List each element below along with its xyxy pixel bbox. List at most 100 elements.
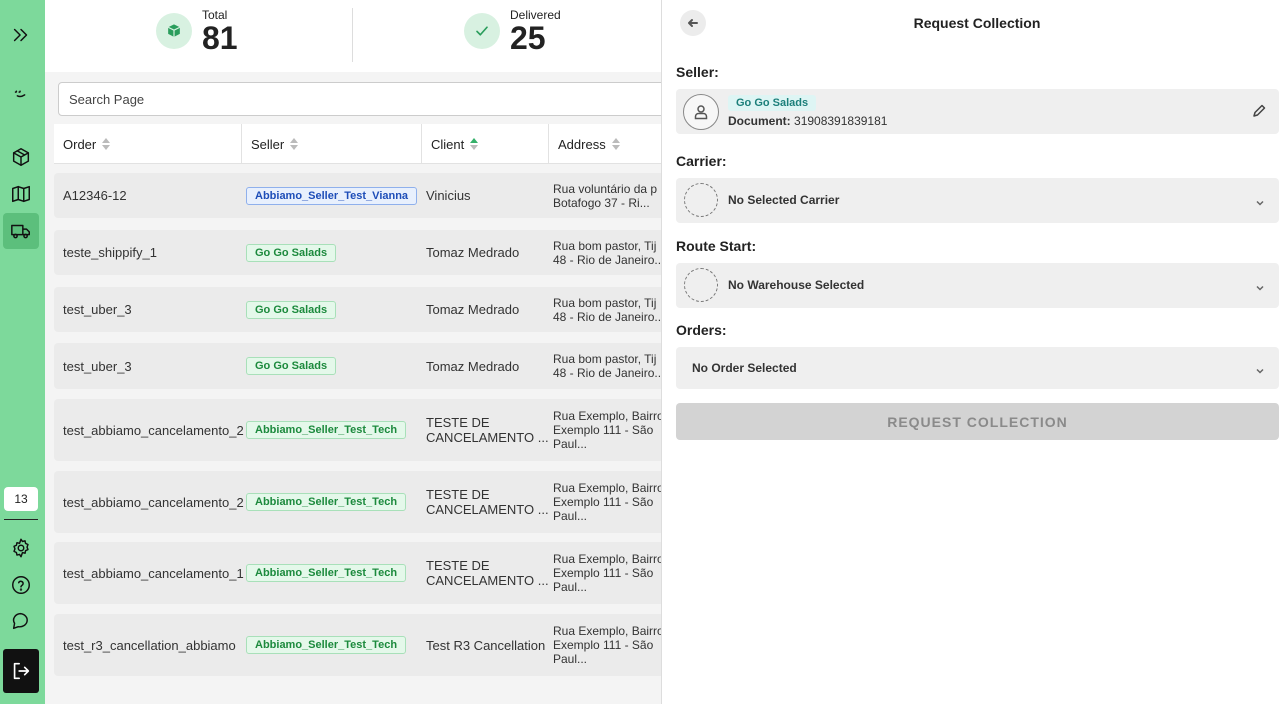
document-label: Document: [728, 114, 791, 128]
column-label: Seller [251, 136, 285, 152]
seller-card: Go Go Salads Document: 31908391839181 [676, 89, 1279, 134]
client-name: TESTE DE CANCELAMENTO ... [426, 487, 549, 517]
seller-tag: Abbiamo_Seller_Test_Vianna [246, 186, 418, 205]
seller-cell: Go Go Salads [246, 230, 421, 275]
carrier-label: Carrier: [676, 153, 727, 169]
seller-cell: Abbiamo_Seller_Test_Tech [246, 614, 421, 676]
table-row[interactable]: test_r3_cancellation_abbiamo Abbiamo_Sell… [54, 614, 661, 676]
column-header-seller[interactable]: Seller [242, 124, 422, 164]
table-row[interactable]: test_uber_3 Go Go Salads Tomaz Medrado Rua … [54, 343, 661, 389]
check-icon [464, 13, 500, 49]
order-id: A12346-12 [63, 188, 127, 203]
client-name: Tomaz Medrado [426, 302, 520, 317]
package-icon[interactable] [3, 139, 39, 175]
client-name: Tomaz Medrado [426, 358, 520, 374]
seller-cell: Abbiamo_Seller_Test_Tech [246, 471, 421, 533]
seller-cell: Abbiamo_Seller_Test_Vianna [246, 173, 421, 218]
client-name: Test R3 Cancellation [426, 637, 546, 653]
orders-value: No Order Selected [692, 361, 797, 375]
address-text: Rua bom pastor, Tij 48 - Rio de Janeiro.… [553, 295, 661, 324]
column-header-order[interactable]: Order [54, 124, 242, 164]
carrier-value: No Selected Carrier [728, 193, 840, 207]
address-text: Rua bom pastor, Tij 48 - Rio de Janeiro.… [553, 352, 661, 380]
client-name: TESTE DE CANCELAMENTO ... [426, 415, 549, 445]
seller-tag: Go Go Salads [246, 357, 337, 375]
seller-tag: Go Go Salads [246, 300, 337, 319]
sidebar-divider [4, 519, 38, 520]
table-row[interactable]: test_abbiamo_cancelamento_2 Abbiamo_Selle… [54, 471, 661, 533]
address-text: Rua Exemplo, Bairro Exemplo 111 - São Pa… [553, 409, 661, 451]
logout-icon [13, 662, 30, 680]
sort-icon [102, 138, 111, 150]
column-label: Client [431, 136, 465, 152]
orders-label: Orders: [676, 322, 727, 338]
orders-select[interactable]: No Order Selected [676, 347, 1279, 389]
order-id: test_abbiamo_cancelamento_1 [63, 565, 244, 581]
table-row[interactable]: teste_shippify_1 Go Go Salads Tomaz Medrad… [54, 230, 661, 275]
chevron-down-icon [1255, 280, 1265, 291]
address-text: Rua voluntário da p Botafogo 37 - Ri... [553, 181, 658, 210]
seller-cell: Abbiamo_Seller_Test_Tech [246, 399, 421, 461]
user-icon [683, 94, 719, 130]
stats-divider [352, 8, 353, 62]
route-start-label: Route Start: [676, 238, 757, 254]
stat-total: Total 81 [156, 8, 238, 54]
carrier-select[interactable]: No Selected Carrier [676, 178, 1279, 223]
map-icon[interactable] [3, 176, 39, 212]
order-id: test_abbiamo_cancelamento_2 [63, 494, 244, 510]
stat-delivered-value: 25 [510, 20, 546, 56]
chevron-down-icon [1255, 195, 1265, 206]
chat-icon[interactable] [3, 603, 39, 639]
stat-total-value: 81 [202, 20, 238, 56]
seller-tag: Abbiamo_Seller_Test_Tech [246, 636, 407, 654]
table-row[interactable]: test_abbiamo_cancelamento_2 Abbiamo_Selle… [54, 399, 661, 461]
stats-bar: Total 81 Delivered 25 [45, 0, 661, 72]
notification-count-badge: 13 [4, 487, 38, 511]
column-header-address[interactable]: Address [549, 124, 661, 164]
table-row[interactable]: test_uber_3 Go Go Salads Tomaz Medrado Rua … [54, 287, 661, 332]
address-text: Rua Exemplo, Bairro Exemplo 111 - São Pa… [553, 552, 661, 594]
client-name: Tomaz Medrado [426, 245, 520, 260]
table-row[interactable]: A12346-12 Abbiamo_Seller_Test_Vianna Vinic… [54, 173, 661, 218]
chevron-down-icon [1255, 363, 1265, 374]
column-label: Address [558, 136, 606, 152]
route-start-select[interactable]: No Warehouse Selected [676, 263, 1279, 308]
route-start-value: No Warehouse Selected [728, 278, 865, 292]
seller-name-tag: Go Go Salads [728, 95, 817, 111]
sidebar: 13 [0, 0, 45, 704]
order-id: test_uber_3 [63, 302, 132, 317]
placeholder-avatar-icon [684, 268, 718, 302]
stat-delivered: Delivered 25 [464, 8, 561, 54]
client-name: TESTE DE CANCELAMENTO ... [426, 558, 549, 588]
address-text: Rua Exemplo, Bairro Exemplo 111 - São Pa… [553, 481, 661, 523]
column-header-client[interactable]: Client [422, 124, 549, 164]
sort-icon [290, 138, 299, 150]
table-row[interactable]: test_abbiamo_cancelamento_1 Abbiamo_Selle… [54, 542, 661, 604]
seller-label: Seller: [676, 64, 719, 80]
logo-icon [3, 76, 39, 112]
box-icon [156, 13, 192, 49]
seller-tag: Go Go Salads [246, 243, 337, 262]
expand-sidebar-icon[interactable] [3, 17, 39, 53]
address-text: Rua bom pastor, Tij 48 - Rio de Janeiro.… [553, 238, 661, 267]
request-collection-button[interactable]: REQUEST COLLECTION [676, 403, 1279, 440]
search-input[interactable]: Search Page [58, 82, 661, 116]
order-id: test_r3_cancellation_abbiamo [63, 637, 236, 653]
sort-icon [611, 138, 620, 150]
gear-icon[interactable] [3, 530, 39, 566]
seller-cell: Go Go Salads [246, 287, 421, 332]
client-name: Vinicius [426, 188, 471, 203]
seller-cell: Abbiamo_Seller_Test_Tech [246, 542, 421, 604]
truck-icon[interactable] [3, 213, 39, 249]
pencil-icon[interactable] [1251, 103, 1267, 119]
orders-main: Total 81 Delivered 25 Search Page Order … [45, 0, 661, 704]
seller-tag: Abbiamo_Seller_Test_Tech [246, 421, 407, 439]
logout-button[interactable] [3, 649, 39, 693]
column-label: Order [63, 136, 97, 152]
seller-document: Document: 31908391839181 [728, 114, 887, 128]
request-collection-panel: Request Collection Seller: Go Go Salads … [661, 0, 1280, 704]
placeholder-avatar-icon [684, 183, 718, 217]
address-text: Rua Exemplo, Bairro Exemplo 111 - São Pa… [553, 624, 661, 666]
help-icon[interactable] [3, 567, 39, 603]
seller-tag: Abbiamo_Seller_Test_Tech [246, 564, 407, 582]
